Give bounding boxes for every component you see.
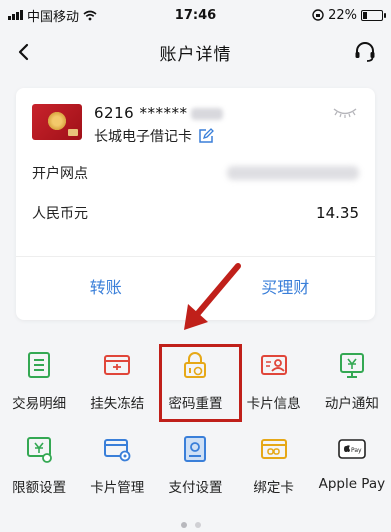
- transfer-button[interactable]: 转账: [16, 257, 196, 315]
- menu-label: 绑定卡: [253, 480, 294, 496]
- card-name: 长城电子借记卡: [94, 129, 192, 145]
- card-info-icon: [260, 355, 287, 375]
- menu-label: Apple Pay: [318, 476, 386, 492]
- menu-apple-pay[interactable]: Pay Apple Pay: [313, 430, 391, 514]
- apple-pay-icon: Pay: [338, 439, 366, 459]
- annotation-arrow: [184, 263, 241, 330]
- menu-label: 支付设置: [168, 480, 223, 496]
- branch-value-masked: [227, 166, 359, 180]
- card-header: 6216 ****** 长城电子借记卡: [32, 102, 359, 146]
- menu-label: 限额设置: [12, 480, 67, 496]
- grid-row-2: 限额设置 卡片管理 支付设置 绑定卡 Pay Apple Pay: [0, 430, 391, 514]
- menu-payment-settings[interactable]: 支付设置: [156, 430, 234, 514]
- customer-service-button[interactable]: [351, 38, 379, 66]
- menu-limit-settings[interactable]: 限额设置: [0, 430, 78, 514]
- list-icon: [28, 352, 51, 378]
- battery-icon: [360, 9, 386, 21]
- currency-label: 人民币元: [32, 206, 88, 222]
- menu-card-management[interactable]: 卡片管理: [78, 430, 156, 514]
- signal-icon: [8, 10, 23, 20]
- balance-amount: 14.35: [316, 204, 359, 222]
- card-number-masked: [191, 107, 224, 120]
- branch-label: 开户网点: [32, 166, 88, 182]
- bind-card-icon: [260, 439, 287, 459]
- card-number: 6216 ******: [94, 104, 224, 122]
- card-thumbnail: [32, 104, 82, 140]
- menu-account-notice[interactable]: 动户通知: [313, 346, 391, 430]
- limit-icon: [27, 437, 52, 463]
- eye-closed-icon[interactable]: [331, 104, 359, 120]
- battery-percent: 22%: [328, 7, 357, 23]
- annotation-highlight-box: [159, 344, 242, 422]
- menu-label: 卡片信息: [246, 396, 301, 412]
- menu-report-loss-freeze[interactable]: 挂失冻结: [78, 346, 156, 430]
- nav-bar: 账户详情: [0, 30, 391, 74]
- edit-icon[interactable]: [198, 128, 214, 144]
- status-right: 22%: [253, 7, 386, 23]
- status-left: 中国移动: [8, 6, 138, 25]
- menu-label: 动户通知: [324, 396, 379, 412]
- status-time: 17:46: [174, 7, 217, 23]
- card-manage-icon: [104, 439, 131, 462]
- pager-dot-active[interactable]: [181, 522, 187, 528]
- notice-icon: [339, 353, 364, 378]
- wifi-icon: [83, 10, 97, 20]
- menu-label: 交易明细: [12, 396, 67, 412]
- menu-label: 挂失冻结: [90, 396, 145, 412]
- carrier-label: 中国移动: [27, 9, 80, 25]
- svg-text:Pay: Pay: [351, 447, 362, 454]
- menu-card-info[interactable]: 卡片信息: [235, 346, 313, 430]
- card-name-row: 长城电子借记卡: [94, 126, 214, 146]
- payment-icon: [184, 436, 207, 462]
- back-button[interactable]: [10, 38, 38, 66]
- menu-transaction-details[interactable]: 交易明细: [0, 346, 78, 430]
- orientation-lock-icon: [312, 9, 324, 21]
- page-title: 账户详情: [159, 44, 232, 65]
- chevron-left-icon: [18, 43, 29, 61]
- pager-dot[interactable]: [195, 522, 201, 528]
- menu-label: 卡片管理: [90, 480, 145, 496]
- branch-row: 开户网点: [32, 162, 359, 184]
- headset-icon: [355, 42, 375, 62]
- menu-bind-card[interactable]: 绑定卡: [235, 430, 313, 514]
- lock-card-icon: [104, 355, 131, 375]
- pager-dots: [181, 522, 201, 528]
- card-number-text: 6216 ******: [94, 104, 188, 122]
- status-bar: 中国移动 17:46 22%: [0, 0, 391, 30]
- balance-row: 人民币元 14.35: [32, 202, 359, 224]
- battery-fill: [362, 11, 367, 19]
